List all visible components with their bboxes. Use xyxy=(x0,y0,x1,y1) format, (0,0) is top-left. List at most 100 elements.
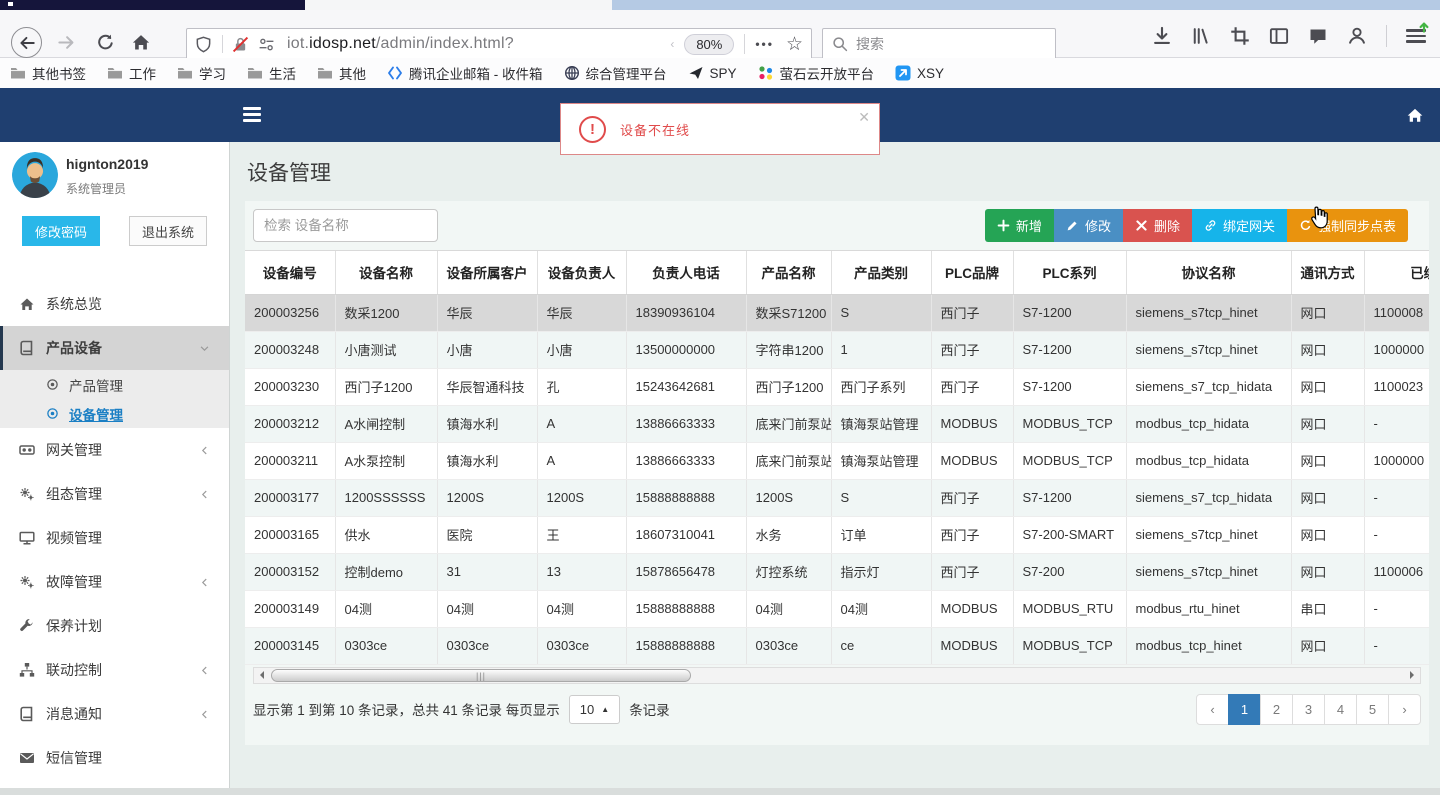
column-header[interactable]: 负责人电话 xyxy=(626,251,747,295)
table-cell: 孔 xyxy=(537,368,627,406)
download-icon[interactable] xyxy=(1152,26,1172,46)
device-search-input[interactable] xyxy=(253,209,438,242)
scroll-left-arrow[interactable] xyxy=(254,668,269,683)
column-header[interactable]: 产品类别 xyxy=(831,251,932,295)
table-row[interactable]: 200003211 A水泵控制 镇海水利 A 13886663333 底来门前泵站 镇海泵站… xyxy=(245,442,1429,480)
reload-icon[interactable] xyxy=(96,33,115,52)
back-button[interactable] xyxy=(11,27,42,58)
alert-close-icon[interactable]: ✕ xyxy=(858,109,870,126)
column-header[interactable]: 已绑定网关 xyxy=(1364,251,1429,295)
column-header[interactable]: 协议名称 xyxy=(1126,251,1292,295)
page-3[interactable]: 3 xyxy=(1292,693,1325,725)
column-header[interactable]: 设备名称 xyxy=(335,251,438,295)
page-2[interactable]: 2 xyxy=(1260,693,1293,725)
sidebar-item[interactable]: 保养计划 xyxy=(0,604,229,648)
column-header[interactable]: 通讯方式 xyxy=(1291,251,1365,295)
page-1[interactable]: 1 xyxy=(1228,693,1261,725)
insecure-lock-icon[interactable] xyxy=(232,36,249,53)
table-row[interactable]: 200003145 0303ce 0303ce 0303ce 15888888888 03… xyxy=(245,627,1429,665)
sidebar-item[interactable]: 短信管理 xyxy=(0,736,229,780)
bookmark-item[interactable]: 工作 xyxy=(107,63,156,83)
toolbar-right-icons xyxy=(1152,22,1429,48)
page-actions-icon[interactable]: ••• xyxy=(755,37,774,51)
table-row[interactable]: 200003212 A水闸控制 镇海水利 A 13886663333 底来门前泵站 镇海泵站… xyxy=(245,405,1429,443)
column-header[interactable]: PLC品牌 xyxy=(931,251,1014,295)
sidebar-subitem[interactable]: 设备管理 xyxy=(0,399,229,428)
horizontal-scrollbar[interactable]: ||| xyxy=(253,666,1421,684)
browser-home-icon[interactable] xyxy=(131,32,151,52)
sidebar-toggle-icon[interactable] xyxy=(243,107,261,122)
shield-icon[interactable] xyxy=(195,35,212,53)
table-row[interactable]: 200003165 供水 医院王 18607310041 水务 订单 西门子 S7-200-S… xyxy=(245,516,1429,554)
url-bar[interactable]: iot.idosp.net/admin/index.html? ‹ 80% ••… xyxy=(186,28,812,60)
bookmark-star-icon[interactable]: ☆ xyxy=(786,33,803,56)
table-row[interactable]: 200003149 04测 04测 04测 15888888888 04测 04测 MODBU… xyxy=(245,590,1429,628)
scroll-right-arrow[interactable] xyxy=(1405,668,1420,683)
table-row[interactable]: 200003177 1200SSSSSS 1200S 1200S 15888888888… xyxy=(245,479,1429,517)
table-cell: S7-1200 xyxy=(1013,479,1127,517)
username: hignton2019 xyxy=(66,156,149,172)
page-size-select[interactable]: 10 ▲ xyxy=(568,694,621,724)
page-next[interactable]: › xyxy=(1388,693,1421,725)
app-home-icon[interactable] xyxy=(1406,106,1424,124)
permissions-icon[interactable] xyxy=(258,36,275,53)
table-row[interactable]: 200003256 数采1200 华辰 华辰 18390936104 数采S71200 S 西… xyxy=(245,294,1429,332)
page-5[interactable]: 5 xyxy=(1356,693,1389,725)
bookmark-item[interactable]: 综合管理平台 xyxy=(564,63,667,83)
sidebar-item[interactable]: 联动控制 xyxy=(0,648,229,692)
column-header[interactable]: 产品名称 xyxy=(746,251,832,295)
column-header[interactable]: PLC系列 xyxy=(1013,251,1127,295)
action-button[interactable]: 删除 xyxy=(1122,209,1192,242)
scrollbar-thumb[interactable]: ||| xyxy=(271,668,691,682)
screen: iot.idosp.net/admin/index.html? ‹ 80% ••… xyxy=(0,0,1440,795)
sidebar-item[interactable]: 视频管理 xyxy=(0,516,229,560)
bookmark-item[interactable]: XSY xyxy=(895,65,944,81)
table-cell: MODBUS xyxy=(931,405,1014,443)
gears-icon xyxy=(19,574,35,590)
bookmark-item[interactable]: 萤石云开放平台 xyxy=(758,63,874,83)
table-cell: 控制demo xyxy=(335,553,438,591)
sidebar-item[interactable]: 消息通知 xyxy=(0,692,229,736)
library-icon[interactable] xyxy=(1191,26,1211,46)
change-password-button[interactable]: 修改密码 xyxy=(22,216,100,246)
reader-mode-icon[interactable]: ‹ xyxy=(670,37,674,51)
sidebar-item[interactable]: 产品设备 xyxy=(0,326,229,370)
sidebar-item[interactable]: 网关管理 xyxy=(0,428,229,472)
chat-icon[interactable] xyxy=(1308,26,1328,46)
alert: ! 设备不在线 ✕ xyxy=(560,103,880,155)
forward-button[interactable] xyxy=(57,33,76,52)
screenshot-icon[interactable] xyxy=(1230,26,1250,46)
table-row[interactable]: 200003152 控制demo 31 13 15878656478 灯控系统 指示灯 西门子… xyxy=(245,553,1429,591)
logout-button[interactable]: 退出系统 xyxy=(129,216,207,246)
column-header[interactable]: 设备负责人 xyxy=(537,251,627,295)
browser-search-box[interactable] xyxy=(822,28,1056,60)
table-cell: ce xyxy=(831,627,932,665)
browser-search-input[interactable] xyxy=(856,36,1046,52)
bookmark-item[interactable]: 学习 xyxy=(177,63,226,83)
page-4[interactable]: 4 xyxy=(1324,693,1357,725)
action-button[interactable]: 修改 xyxy=(1053,209,1123,242)
action-button[interactable]: 新增 xyxy=(984,209,1054,242)
bookmark-item[interactable]: 生活 xyxy=(247,63,296,83)
account-icon[interactable] xyxy=(1347,26,1367,46)
table-row[interactable]: 200003248 小唐测试 小唐 小唐 13500000000 字符串1200 1 西门子 S… xyxy=(245,331,1429,369)
action-button[interactable]: 强制同步点表 xyxy=(1286,209,1408,242)
column-header[interactable]: 设备所属客户 xyxy=(437,251,538,295)
bookmark-item[interactable]: 其他书签 xyxy=(10,63,86,83)
browser-active-tab[interactable] xyxy=(305,0,612,10)
zoom-level-badge[interactable]: 80% xyxy=(684,33,735,55)
bookmark-item[interactable]: 其他 xyxy=(317,63,366,83)
page-prev[interactable]: ‹ xyxy=(1196,693,1229,725)
table-cell: - xyxy=(1364,516,1429,554)
action-button[interactable]: 绑定网关 xyxy=(1191,209,1287,242)
sidebar-item[interactable]: 故障管理 xyxy=(0,560,229,604)
bookmark-item[interactable]: 腾讯企业邮箱 - 收件箱 xyxy=(387,63,543,83)
table-row[interactable]: 200003230 西门子1200 华辰智通科技孔 15243642681 西门子120… xyxy=(245,368,1429,406)
menu-icon[interactable] xyxy=(1406,22,1429,46)
sidebar-item[interactable]: 系统总览 xyxy=(0,282,229,326)
bookmark-item[interactable]: SPY xyxy=(688,65,737,81)
sidebar-panel-icon[interactable] xyxy=(1269,26,1289,46)
column-header[interactable]: 设备编号 xyxy=(245,251,336,295)
sidebar-subitem[interactable]: 产品管理 xyxy=(0,370,229,399)
sidebar-item[interactable]: 组态管理 xyxy=(0,472,229,516)
